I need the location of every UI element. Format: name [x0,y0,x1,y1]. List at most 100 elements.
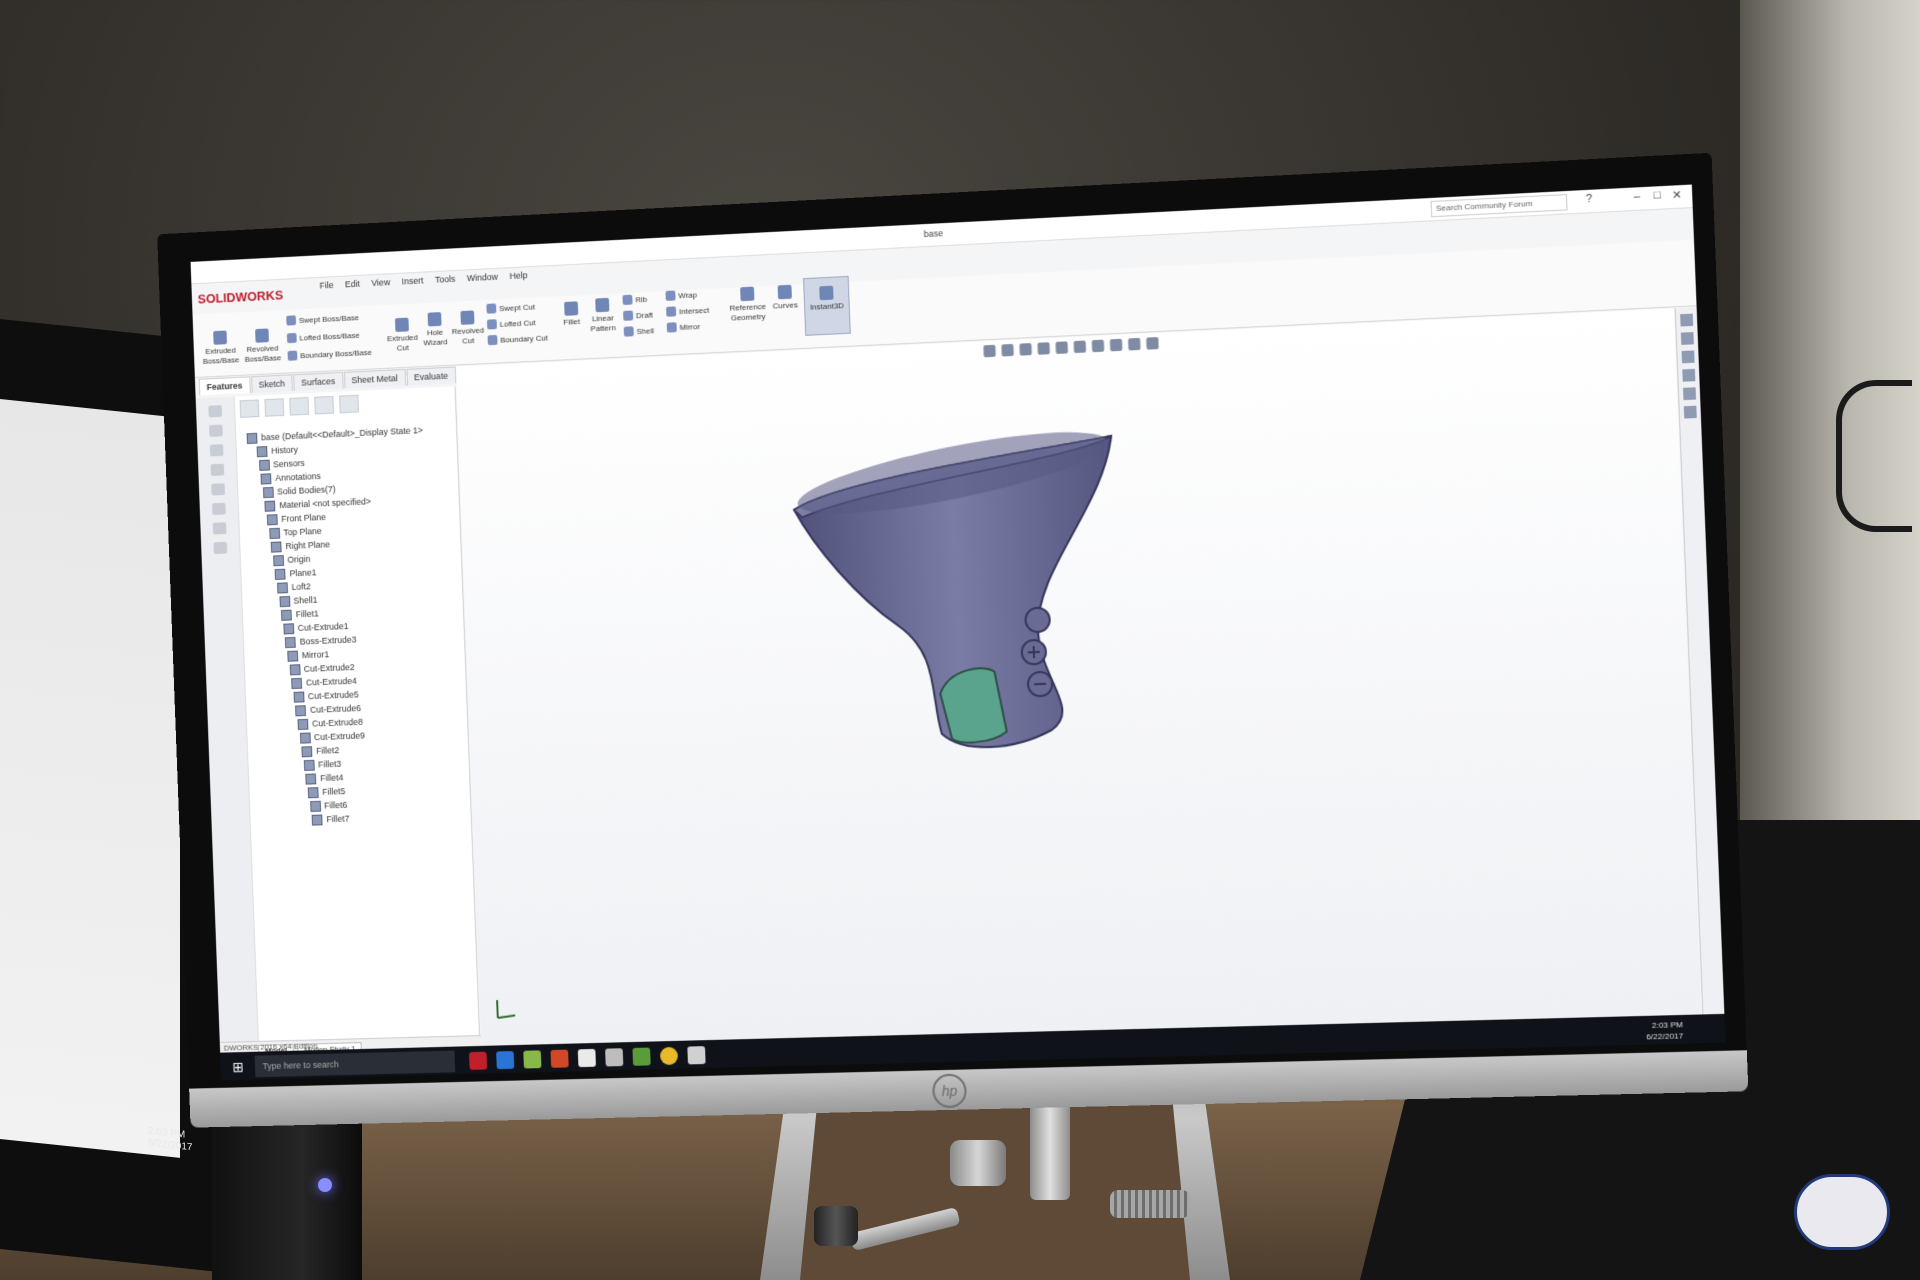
tab-sheet-metal[interactable]: Sheet Metal [343,368,406,389]
taskbar-search-input[interactable]: Type here to search [254,1050,456,1078]
design-library-icon[interactable] [1681,350,1695,364]
zoom-area-icon[interactable] [1001,343,1014,357]
apply-scene-icon[interactable] [1128,337,1141,351]
dimxpert-icon[interactable] [314,395,334,415]
view-settings-icon[interactable] [1146,337,1159,350]
feature-icon [309,800,321,812]
tool-icon[interactable] [210,463,225,476]
help-icon[interactable]: ? [1586,193,1593,206]
intersect-button[interactable]: Intersect [666,305,709,317]
extruded-boss-button[interactable]: Extruded Boss/Base [199,330,242,367]
zoom-to-fit-icon[interactable] [983,344,996,358]
menu-view[interactable]: View [371,277,390,288]
close-icon[interactable]: ✕ [1672,188,1682,202]
search-community-input[interactable]: Search Community Forum [1430,194,1568,218]
fillet-button[interactable]: Fillet [558,301,584,328]
feature-icon [307,786,319,798]
revolved-boss-button[interactable]: Revolved Boss/Base [243,328,283,365]
feature-tree-icon[interactable] [239,399,260,418]
configuration-manager-icon[interactable] [289,397,310,416]
property-manager-icon[interactable] [264,398,285,417]
taskbar-clock[interactable]: 2:03 PM 6/22/2017 [1646,1019,1684,1042]
menu-file[interactable]: File [319,280,333,290]
feature-icon [287,650,299,662]
file-explorer-icon[interactable] [1682,368,1696,382]
boundary-boss-icon [287,350,298,361]
calendar-taskbar-icon[interactable] [605,1048,624,1067]
part-icon [246,432,258,444]
start-button[interactable]: ⊞ [220,1052,255,1080]
swept-cut-button[interactable]: Swept Cut [486,301,535,314]
feature-icon [266,513,278,525]
heads-up-view-toolbar [983,337,1159,358]
linear-pattern-button[interactable]: Linear Pattern [585,297,620,334]
xbox-taskbar-icon[interactable] [632,1047,651,1066]
edit-appearance-icon[interactable] [1109,338,1123,352]
shell-button[interactable]: Shell [623,325,655,337]
tree-item-label: Fillet2 [315,745,340,756]
store-taskbar-icon[interactable] [577,1048,596,1068]
resources-icon[interactable] [1680,332,1694,345]
custom-properties-icon[interactable] [1683,405,1697,419]
tab-sketch[interactable]: Sketch [250,374,293,393]
display-manager-icon[interactable] [339,394,359,414]
home-icon[interactable] [1680,313,1694,327]
lofted-boss-button[interactable]: Lofted Boss/Base [286,330,360,344]
chrome-taskbar-icon[interactable] [659,1046,679,1066]
graphics-area[interactable] [455,308,1702,1054]
view-orientation-icon[interactable] [1055,341,1069,354]
tool-icon[interactable] [208,405,223,418]
hide-show-icon[interactable] [1091,339,1105,353]
reference-geometry-button[interactable]: Reference Geometry [726,286,769,324]
lofted-cut-button[interactable]: Lofted Cut [486,317,536,330]
draft-button[interactable]: Draft [623,310,653,321]
menu-insert[interactable]: Insert [401,276,423,287]
minimize-icon[interactable]: – [1633,190,1640,203]
swept-boss-button[interactable]: Swept Boss/Base [286,312,359,326]
tab-features[interactable]: Features [198,376,251,396]
tool-icon[interactable] [211,502,226,516]
3d-model[interactable] [782,424,1154,768]
menu-tools[interactable]: Tools [435,274,456,285]
revolved-cut-button[interactable]: Revolved Cut [450,310,486,347]
tool-icon[interactable] [212,522,227,535]
menu-window[interactable]: Window [467,272,498,283]
extruded-cut-button[interactable]: Extruded Cut [384,317,420,354]
feature-icon [289,663,301,675]
curves-button[interactable]: Curves [770,284,801,311]
shell-label: Shell [636,325,655,336]
wrap-button[interactable]: Wrap [665,289,697,301]
feature-icon [260,472,272,485]
section-view-icon[interactable] [1037,342,1050,355]
maximize-icon[interactable]: □ [1654,189,1661,202]
boundary-cut-button[interactable]: Boundary Cut [487,332,548,346]
tool-icon[interactable] [211,483,226,496]
rib-button[interactable]: Rib [622,294,647,306]
feature-icon [272,554,284,566]
display-style-icon[interactable] [1073,340,1087,354]
tab-surfaces[interactable]: Surfaces [293,371,344,391]
tree-item-label: Mirror1 [301,649,330,661]
menu-help[interactable]: Help [509,270,527,281]
tree-item-label: Shell1 [293,594,318,606]
boundary-boss-button[interactable]: Boundary Boss/Base [287,347,372,361]
menu-edit[interactable]: Edit [345,279,360,290]
mirror-button[interactable]: Mirror [666,321,701,333]
office-taskbar-icon[interactable] [550,1049,569,1068]
tool-icon[interactable] [213,541,228,555]
solidworks-taskbar-icon[interactable] [469,1051,488,1070]
tab-evaluate[interactable]: Evaluate [406,366,457,386]
appearances-icon[interactable] [1683,387,1697,401]
tree-item-label: Fillet6 [324,799,348,811]
document-title: base [923,228,944,240]
notepad-taskbar-icon[interactable] [523,1050,542,1069]
instant3d-button[interactable]: Instant3D [803,275,851,336]
app-taskbar-icon[interactable] [687,1046,706,1065]
instant3d-icon [819,285,834,301]
hole-wizard-button[interactable]: Hole Wizard [419,312,451,349]
edge-taskbar-icon[interactable] [496,1051,515,1070]
taskbar-date: 6/22/2017 [1646,1031,1684,1042]
previous-view-icon[interactable] [1019,343,1032,356]
tool-icon[interactable] [209,444,224,457]
tool-icon[interactable] [209,424,223,437]
